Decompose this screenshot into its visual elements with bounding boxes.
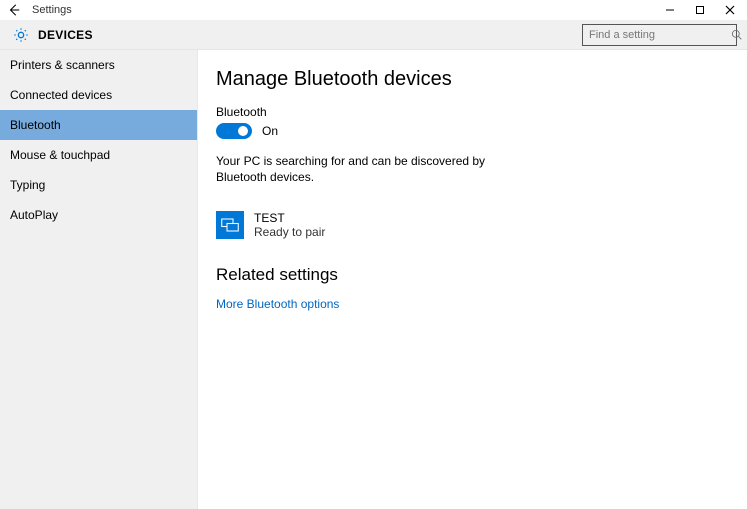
sidebar-item-bluetooth[interactable]: Bluetooth (0, 110, 197, 140)
status-text: Your PC is searching for and can be disc… (216, 153, 496, 185)
toggle-state-label: On (262, 124, 278, 138)
sidebar-item-mouse-touchpad[interactable]: Mouse & touchpad (0, 140, 197, 170)
sidebar-item-typing[interactable]: Typing (0, 170, 197, 200)
sidebar-item-label: AutoPlay (10, 208, 58, 222)
page-heading: Manage Bluetooth devices (216, 68, 729, 91)
sidebar-item-label: Typing (10, 178, 45, 192)
device-name: TEST (254, 211, 325, 225)
back-button[interactable] (2, 0, 26, 20)
device-status: Ready to pair (254, 225, 325, 239)
sidebar-item-label: Mouse & touchpad (10, 148, 110, 162)
sidebar-item-autoplay[interactable]: AutoPlay (0, 200, 197, 230)
window-title: Settings (32, 4, 72, 16)
related-heading: Related settings (216, 265, 729, 285)
toggle-thumb (238, 126, 248, 136)
window-controls (655, 0, 745, 20)
titlebar: Settings (0, 0, 747, 20)
search-input[interactable] (589, 29, 731, 41)
sidebar-item-label: Connected devices (10, 88, 112, 102)
header-bar: DEVICES (0, 20, 747, 50)
maximize-icon (695, 5, 705, 15)
minimize-button[interactable] (655, 0, 685, 20)
arrow-left-icon (7, 3, 21, 17)
close-icon (725, 5, 735, 15)
sidebar-item-label: Bluetooth (10, 118, 61, 132)
gear-icon (12, 26, 30, 44)
sidebar-item-printers-scanners[interactable]: Printers & scanners (0, 50, 197, 80)
main-content: Manage Bluetooth devices Bluetooth On Yo… (198, 50, 747, 509)
minimize-icon (665, 5, 675, 15)
header-title: DEVICES (38, 28, 93, 42)
sidebar-item-label: Printers & scanners (10, 58, 115, 72)
device-icon (216, 211, 244, 239)
maximize-button[interactable] (685, 0, 715, 20)
more-bluetooth-options-link[interactable]: More Bluetooth options (216, 297, 729, 311)
device-item[interactable]: TEST Ready to pair (216, 211, 729, 239)
search-box[interactable] (582, 24, 737, 46)
close-button[interactable] (715, 0, 745, 20)
search-icon (731, 29, 742, 41)
sidebar: Printers & scanners Connected devices Bl… (0, 50, 198, 509)
toggle-caption: Bluetooth (216, 105, 729, 119)
sidebar-item-connected-devices[interactable]: Connected devices (0, 80, 197, 110)
bluetooth-toggle[interactable] (216, 123, 252, 139)
